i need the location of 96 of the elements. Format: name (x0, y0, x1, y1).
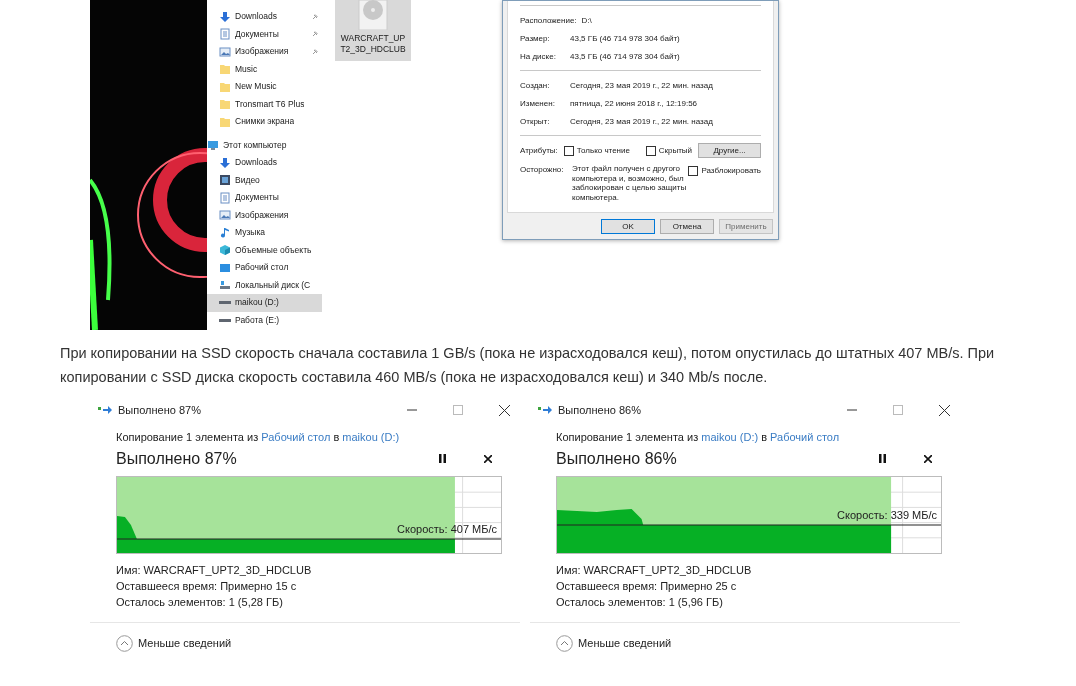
close-icon[interactable] (484, 454, 492, 463)
checkbox-label: Разблокировать (701, 165, 761, 177)
nav-item[interactable]: Объемные объекть (207, 241, 322, 259)
pin-icon (312, 48, 318, 55)
location-link[interactable]: maikou (D:) (342, 431, 400, 443)
location-link[interactable]: Рабочий стол (770, 431, 840, 443)
detail-line: Имя: WARCRAFT_UPT2_3D_HDCLUB (556, 562, 753, 578)
collapse-icon[interactable] (116, 634, 133, 652)
property-value: 43,5 ГБ (46 714 978 304 байт) (570, 51, 680, 63)
pause-icon[interactable] (439, 454, 446, 463)
nav-item[interactable]: Документы (207, 25, 322, 43)
close-icon[interactable] (499, 404, 510, 416)
dialog-button[interactable]: Отмена (660, 219, 714, 234)
property-value: Сегодня, 23 мая 2019 г., 22 мин. назад (570, 116, 713, 128)
location-link[interactable]: Рабочий стол (261, 431, 331, 443)
fewer-details-link[interactable]: Меньше сведений (138, 634, 232, 652)
folder-icon (219, 63, 231, 76)
property-label: Открыт: (520, 116, 551, 128)
nav-item[interactable]: Снимки экрана (207, 113, 322, 131)
drive-icon (219, 318, 231, 322)
attributes-label: Атрибуты: (520, 144, 558, 157)
nav-item[interactable]: Рабочий стол (207, 259, 322, 277)
folder-icon (219, 98, 231, 111)
copy-icon (98, 405, 112, 415)
window-title: Выполнено 86% (558, 402, 641, 418)
film-icon (219, 174, 231, 187)
nav-item[interactable]: Изображения (207, 206, 322, 224)
nav-item[interactable]: Этот компьютер (207, 136, 322, 154)
desktop-icon (219, 261, 231, 274)
progress-heading: Выполнено 87% (116, 448, 237, 469)
picture-icon (219, 209, 231, 222)
article-paragraph: При копировании на SSD скорость сначала составила 1 GB/s (пока не израсходовался кеш), потом опустилась до штатных 407 MB/s. При копировании с SSD диска скорость составила 460 MB/s (пока не израсходовался кеш) и 340 Mb/s после. (60, 344, 996, 387)
nav-item[interactable]: Downloads (207, 154, 322, 172)
file-tile[interactable]: WARCRAFT_UPT2_3D_HDCLUB (335, 0, 411, 61)
warning-text: Этот файл получен с другого компьютера и, возможно, был заблокирован с целью защиты компьютера. (572, 164, 687, 202)
property-value: пятница, 22 июня 2018 г., 12:19:56 (570, 98, 698, 110)
pause-icon[interactable] (879, 454, 886, 463)
folder-icon (219, 80, 231, 93)
picture-icon (219, 45, 231, 58)
property-value: Сегодня, 23 мая 2019 г., 22 мин. назад (570, 80, 713, 92)
fewer-details-link[interactable]: Меньше сведений (578, 634, 672, 652)
close-icon[interactable] (939, 404, 950, 416)
nav-item[interactable]: Изображения (207, 43, 322, 61)
drive-icon (219, 279, 231, 292)
detail-line: Оставшееся время: Примерно 15 с (116, 578, 298, 594)
checkbox-label: Только чтение (576, 144, 630, 157)
collapse-icon[interactable] (556, 634, 573, 652)
property-value: 43,5 ГБ (46 714 978 304 байт) (570, 33, 680, 45)
detail-line: Имя: WARCRAFT_UPT2_3D_HDCLUB (116, 562, 313, 578)
nav-item[interactable]: Музыка (207, 224, 322, 242)
nav-item[interactable]: Документы (207, 189, 322, 207)
property-label: Расположение: (520, 15, 578, 27)
checkbox[interactable] (563, 145, 574, 156)
nav-item[interactable]: Music (207, 60, 322, 78)
more-button[interactable]: Другие... (698, 143, 761, 158)
speed-label: Скорость: 407 МБ/с (397, 521, 497, 537)
copy-icon (538, 405, 552, 415)
file-name: WARCRAFT_UPT2_3D_HDCLUB (340, 33, 406, 55)
property-label: На диске: (520, 51, 557, 63)
pin-icon (312, 13, 318, 20)
checkbox[interactable] (645, 145, 656, 156)
nav-item[interactable]: Tronsmart T6 Plus (207, 95, 322, 113)
property-label: Создан: (520, 80, 551, 92)
down-arrow-icon (219, 156, 231, 169)
property-label: Изменен: (520, 98, 556, 110)
copy-description: Копирование 1 элемента из Рабочий стол в maikou (D:) (116, 430, 401, 445)
nav-item[interactable]: New Music (207, 78, 322, 96)
detail-line: Осталось элементов: 1 (5,28 ГБ) (116, 594, 284, 610)
close-icon[interactable] (924, 454, 932, 463)
document-icon (219, 28, 231, 41)
nav-item[interactable]: maikou (D:) (207, 294, 322, 312)
checkbox-label: Скрытый (658, 144, 693, 157)
document-icon (219, 191, 231, 204)
detail-line: Осталось элементов: 1 (5,96 ГБ) (556, 594, 724, 610)
checkbox[interactable] (688, 166, 699, 176)
speed-label: Скорость: 339 МБ/с (837, 507, 937, 523)
property-value: D:\ (581, 15, 592, 27)
detail-line: Оставшееся время: Примерно 25 с (556, 578, 738, 594)
copy-description: Копирование 1 элемента из maikou (D:) в Рабочий стол (556, 430, 841, 445)
dialog-button[interactable]: OK (601, 219, 655, 234)
property-label: Размер: (520, 33, 551, 45)
drive-icon (219, 301, 231, 305)
cube-icon (219, 244, 231, 257)
pin-icon (312, 31, 318, 38)
folder-icon (219, 115, 231, 128)
window-title: Выполнено 87% (118, 402, 201, 418)
nav-item[interactable]: Видео (207, 171, 322, 189)
warning-label: Осторожно: (520, 164, 565, 176)
nav-item[interactable]: Работа (E:) (207, 311, 322, 329)
nav-item[interactable]: Downloads (207, 8, 322, 26)
down-arrow-icon (219, 10, 231, 23)
nav-item[interactable]: Локальный диск (С (207, 276, 322, 294)
monitor-icon (207, 139, 219, 152)
location-link[interactable]: maikou (D:) (701, 431, 759, 443)
music-note-icon (219, 226, 231, 239)
progress-heading: Выполнено 86% (556, 448, 677, 469)
